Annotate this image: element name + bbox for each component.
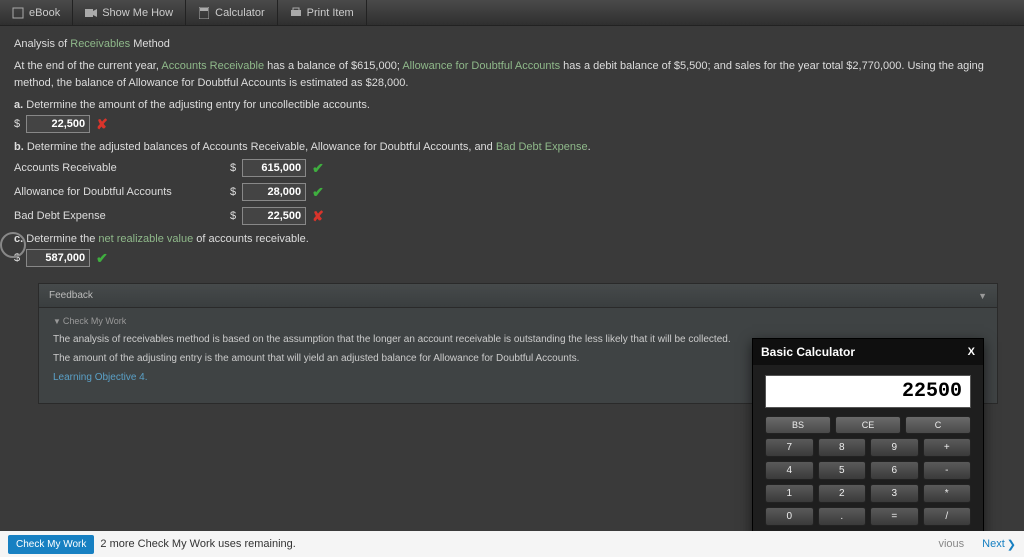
chevron-right-icon: ❯	[1007, 538, 1016, 551]
check-my-work-button[interactable]: Check My Work	[8, 535, 94, 554]
answer-a-row: $ ✘	[14, 115, 1010, 133]
topbar-ebook[interactable]: eBook	[0, 0, 73, 25]
calc-minus-button[interactable]: -	[923, 461, 972, 480]
feedback-cmw: ▼Check My Work	[53, 316, 983, 326]
answer-b-table: Accounts Receivable $ ✔ Allowance for Do…	[14, 159, 1010, 225]
calc-6-button[interactable]: 6	[870, 461, 919, 480]
calc-c-button[interactable]: C	[905, 416, 971, 434]
topbar-ebook-label: eBook	[29, 7, 60, 19]
caret-icon: ▼	[53, 317, 61, 326]
mark-correct-icon: ✔	[96, 250, 108, 267]
page-title: Analysis of Receivables Method	[14, 38, 1010, 50]
topbar-show-me-how[interactable]: Show Me How	[73, 0, 186, 25]
table-row: Accounts Receivable $ ✔	[14, 159, 1010, 177]
close-icon[interactable]: X	[968, 346, 975, 358]
intro-paragraph: At the end of the current year, Accounts…	[14, 58, 1010, 91]
video-icon	[85, 7, 97, 19]
calc-bs-button[interactable]: BS	[765, 416, 831, 434]
question-a: a. Determine the amount of the adjusting…	[14, 99, 1010, 111]
calculator-keypad: 7 8 9 + 4 5 6 - 1 2 3 * 0 . = /	[753, 438, 983, 538]
calc-5-button[interactable]: 5	[818, 461, 867, 480]
calc-ce-button[interactable]: CE	[835, 416, 901, 434]
collapse-icon: ▼	[978, 291, 987, 301]
calculator-icon	[198, 7, 210, 19]
topbar-show-label: Show Me How	[102, 7, 173, 19]
previous-link[interactable]: vious	[938, 538, 964, 550]
mark-correct-icon: ✔	[312, 160, 324, 177]
footer-bar: Check My Work 2 more Check My Work uses …	[0, 531, 1024, 557]
feedback-header[interactable]: Feedback ▼	[39, 284, 997, 308]
calculator-titlebar[interactable]: Basic Calculator X	[753, 339, 983, 365]
answer-a-input[interactable]	[26, 115, 90, 133]
calc-7-button[interactable]: 7	[765, 438, 814, 457]
mark-wrong-icon: ✘	[312, 208, 324, 225]
mark-wrong-icon: ✘	[96, 116, 108, 133]
topbar-calculator[interactable]: Calculator	[186, 0, 278, 25]
next-link[interactable]: Next ❯	[982, 538, 1016, 551]
answer-b1-input[interactable]	[242, 159, 306, 177]
circle-marker	[0, 232, 26, 258]
dollar-sign: $	[14, 118, 20, 130]
calc-8-button[interactable]: 8	[818, 438, 867, 457]
table-row: Bad Debt Expense $ ✘	[14, 207, 1010, 225]
answer-b3-input[interactable]	[242, 207, 306, 225]
print-icon	[290, 7, 302, 19]
answer-c-row: $ ✔	[14, 249, 1010, 267]
calc-dot-button[interactable]: .	[818, 507, 867, 526]
footer-right: vious Next ❯	[938, 538, 1016, 551]
answer-c-input[interactable]	[26, 249, 90, 267]
row-label: Bad Debt Expense	[14, 210, 224, 222]
row-label: Accounts Receivable	[14, 162, 224, 174]
calculator-widget[interactable]: Basic Calculator X 22500 BS CE C 7 8 9 +…	[752, 338, 984, 539]
feedback-title: Feedback	[49, 290, 93, 301]
topbar-print[interactable]: Print Item	[278, 0, 367, 25]
calc-mult-button[interactable]: *	[923, 484, 972, 503]
calculator-title-label: Basic Calculator	[761, 345, 855, 359]
answer-b2-input[interactable]	[242, 183, 306, 201]
calc-2-button[interactable]: 2	[818, 484, 867, 503]
cmw-remaining-label: 2 more Check My Work uses remaining.	[100, 538, 295, 550]
footer-left: Check My Work 2 more Check My Work uses …	[8, 535, 296, 554]
calc-plus-button[interactable]: +	[923, 438, 972, 457]
calc-3-button[interactable]: 3	[870, 484, 919, 503]
calc-eq-button[interactable]: =	[870, 507, 919, 526]
calc-4-button[interactable]: 4	[765, 461, 814, 480]
topbar-calc-label: Calculator	[215, 7, 265, 19]
question-b: b. Determine the adjusted balances of Ac…	[14, 141, 1010, 153]
mark-correct-icon: ✔	[312, 184, 324, 201]
calc-div-button[interactable]: /	[923, 507, 972, 526]
table-row: Allowance for Doubtful Accounts $ ✔	[14, 183, 1010, 201]
calc-9-button[interactable]: 9	[870, 438, 919, 457]
calc-1-button[interactable]: 1	[765, 484, 814, 503]
question-c: c. Determine the net realizable value of…	[14, 233, 1010, 245]
row-label: Allowance for Doubtful Accounts	[14, 186, 224, 198]
book-icon	[12, 7, 24, 19]
topbar: eBook Show Me How Calculator Print Item	[0, 0, 1024, 26]
calculator-display: 22500	[765, 375, 971, 408]
calculator-top-row: BS CE C	[753, 416, 983, 438]
topbar-print-label: Print Item	[307, 7, 354, 19]
calc-0-button[interactable]: 0	[765, 507, 814, 526]
